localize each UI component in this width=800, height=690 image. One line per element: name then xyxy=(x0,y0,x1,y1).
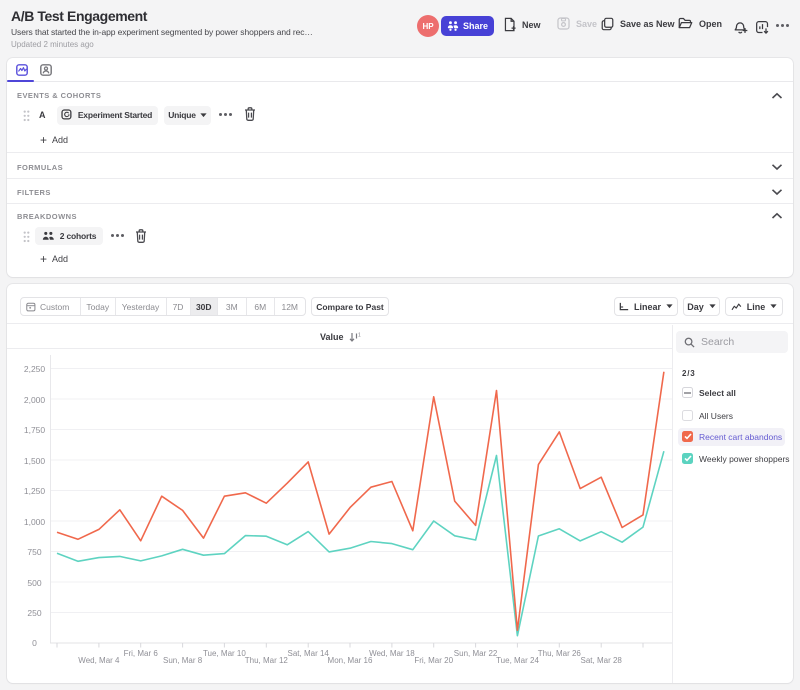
svg-text:1: 1 xyxy=(358,333,361,339)
